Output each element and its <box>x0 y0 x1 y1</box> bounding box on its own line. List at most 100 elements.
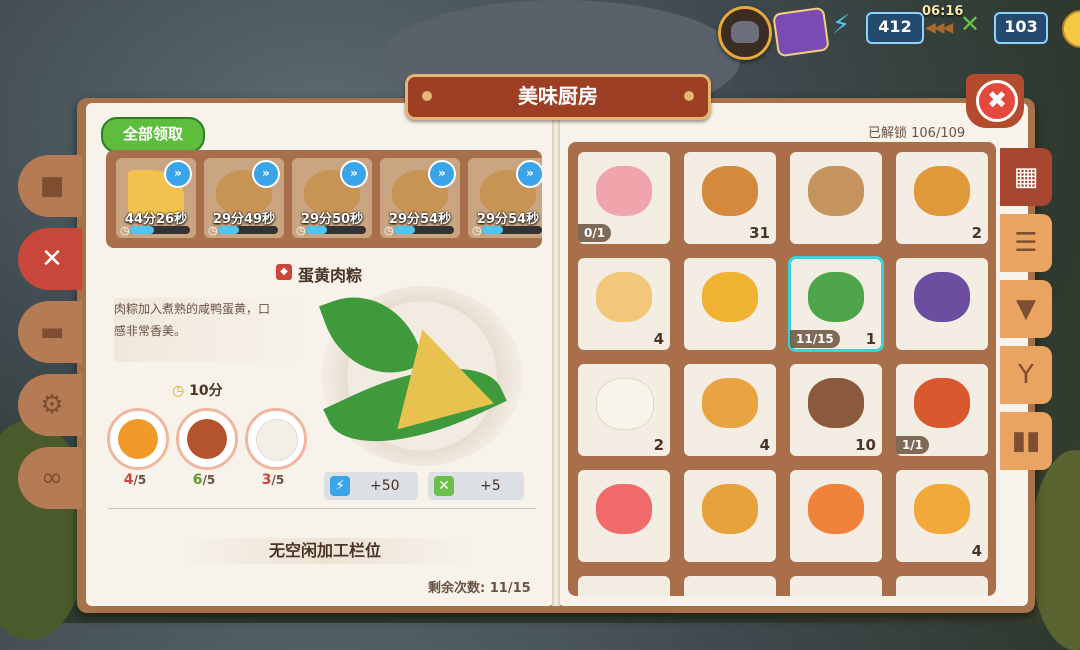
recipe-item[interactable]: 4 <box>684 364 776 456</box>
recipe-item[interactable] <box>896 576 988 596</box>
side-tab-bag[interactable]: ■ <box>18 155 82 217</box>
ice-cream-icon: ▼ <box>1016 294 1036 324</box>
ingredient-pork[interactable] <box>176 408 238 470</box>
fast-forward-icon[interactable]: » <box>252 160 280 188</box>
recipe-grid: 0/1 31 2 4 11/15 1 2 4 10 1/1 4 <box>568 142 996 596</box>
recipe-item[interactable]: 4 <box>896 470 988 562</box>
recipe-item[interactable]: 2 <box>896 152 988 244</box>
recipe-item-selected[interactable]: 11/15 1 <box>788 256 884 352</box>
queue-progress <box>306 226 366 234</box>
recipe-item[interactable] <box>684 576 776 596</box>
recipe-item[interactable]: 1/1 <box>896 364 988 456</box>
recipe-item[interactable]: 31 <box>684 152 776 244</box>
recipe-item[interactable] <box>790 152 882 244</box>
energy-icon: ⚡ <box>832 10 851 40</box>
fast-forward-icon[interactable]: » <box>428 160 456 188</box>
ingredient-rice[interactable] <box>245 408 307 470</box>
rivet-decor <box>684 91 694 101</box>
energy-reward-value: +50 <box>370 478 400 494</box>
ingredient-have: 3 <box>261 472 272 488</box>
side-tab-gear[interactable]: ⚙ <box>18 374 82 436</box>
item-count: 1 <box>865 330 876 348</box>
anvil-icon: ▬ <box>39 317 65 347</box>
item-count: 4 <box>759 436 770 454</box>
recipe-item[interactable] <box>790 576 882 596</box>
item-progress: 11/15 <box>790 330 840 348</box>
recipe-item[interactable]: 4 <box>578 258 670 350</box>
recipe-item[interactable]: 2 <box>578 364 670 456</box>
recipe-item[interactable] <box>578 576 670 596</box>
side-tab-anvil[interactable]: ▬ <box>18 301 82 363</box>
clock-icon: ◷ <box>472 224 482 237</box>
carrot-juice-icon <box>808 484 864 534</box>
unlocked-count: 已解锁 106/109 <box>868 126 966 141</box>
recipe-item[interactable] <box>790 470 882 562</box>
cake-slice-icon <box>596 272 652 322</box>
coin-icon[interactable] <box>1062 10 1080 48</box>
description-line: 感非常香美。 <box>114 324 187 338</box>
category-tab-dessert[interactable]: ▼ <box>1000 280 1052 338</box>
category-tab-burger[interactable]: ☰ <box>1000 214 1052 272</box>
recipe-item[interactable] <box>684 470 776 562</box>
pork-icon <box>187 419 227 459</box>
side-tab-dna[interactable]: ∞ <box>18 447 82 509</box>
side-tab-kitchen[interactable]: ✕ <box>18 228 82 290</box>
salad-icon <box>914 272 970 322</box>
fried-shrimp-icon <box>702 378 758 428</box>
queue-slot[interactable]: » 29分50秒 ◷ <box>292 158 372 238</box>
ingredient-have: 6 <box>192 472 203 488</box>
remaining-count: 剩余次数: 11/15 <box>428 581 531 596</box>
food-reward: ✕ +5 <box>428 472 524 500</box>
page-title: 美味厨房 <box>405 74 711 120</box>
zongzi-icon <box>808 272 864 322</box>
ingredient-egg-yolk[interactable] <box>107 408 169 470</box>
queue-progress <box>130 226 190 234</box>
no-free-slot-notice: 无空闲加工栏位 <box>180 538 470 564</box>
recipe-item[interactable]: 0/1 <box>578 152 670 244</box>
queue-slot[interactable]: » 44分26秒 ◷ <box>116 158 196 238</box>
fast-forward-icon[interactable]: » <box>516 160 542 188</box>
close-button[interactable]: ✖ <box>966 74 1024 128</box>
fast-forward-icon[interactable]: » <box>164 160 192 188</box>
ingredient-need: /5 <box>202 473 216 487</box>
queue-slot[interactable]: » 29分54秒 ◷ <box>468 158 542 238</box>
recipe-item[interactable] <box>896 258 988 350</box>
player-avatar[interactable] <box>718 6 772 60</box>
item-count: 2 <box>653 436 664 454</box>
food-reward-value: +5 <box>480 478 501 494</box>
queue-slot[interactable]: » 29分54秒 ◷ <box>380 158 460 238</box>
item-count: 4 <box>971 542 982 560</box>
mochi-icon <box>596 166 652 216</box>
cook-time-value: 10分 <box>189 383 223 399</box>
energy-reward: ⚡ +50 <box>324 472 418 500</box>
item-count: 31 <box>749 224 770 242</box>
avatar-icon <box>731 21 759 43</box>
recipe-item[interactable] <box>684 258 776 350</box>
ingredient-count: 4/5 <box>105 472 165 488</box>
category-tab-drink[interactable]: Y <box>1000 346 1052 404</box>
shaker-icon: ▮▮ <box>1011 426 1041 456</box>
energy-timer: 06:16 <box>922 4 964 19</box>
queue-progress <box>218 226 278 234</box>
fried-chicken-icon <box>914 378 970 428</box>
clock-icon: ◷ <box>120 224 130 237</box>
item-count: 4 <box>653 330 664 348</box>
description-line: 肉粽加入煮熟的咸鸭蛋黄，口 <box>114 302 271 316</box>
queue-progress <box>482 226 542 234</box>
recipe-item[interactable]: 10 <box>790 364 882 456</box>
item-count: 10 <box>855 436 876 454</box>
category-tab-seasoning[interactable]: ▮▮ <box>1000 412 1052 470</box>
fast-forward-icon[interactable]: » <box>340 160 368 188</box>
timer-arrows-icon: ◀◀◀ <box>925 20 953 36</box>
queue-slot[interactable]: » 29分49秒 ◷ <box>204 158 284 238</box>
ingredient-need: /5 <box>271 473 285 487</box>
category-tab-all[interactable]: ▦ <box>1000 148 1052 206</box>
card-pack-icon[interactable] <box>772 6 830 58</box>
claim-all-button[interactable]: 全部领取 <box>101 117 205 153</box>
dish-name: 蛋黄肉粽 <box>298 266 363 285</box>
close-icon: ✖ <box>976 80 1018 122</box>
recipe-item[interactable] <box>578 470 670 562</box>
book-spine <box>552 103 560 606</box>
cook-time: ◷ 10分 <box>172 380 223 400</box>
egg-icon <box>596 378 654 430</box>
